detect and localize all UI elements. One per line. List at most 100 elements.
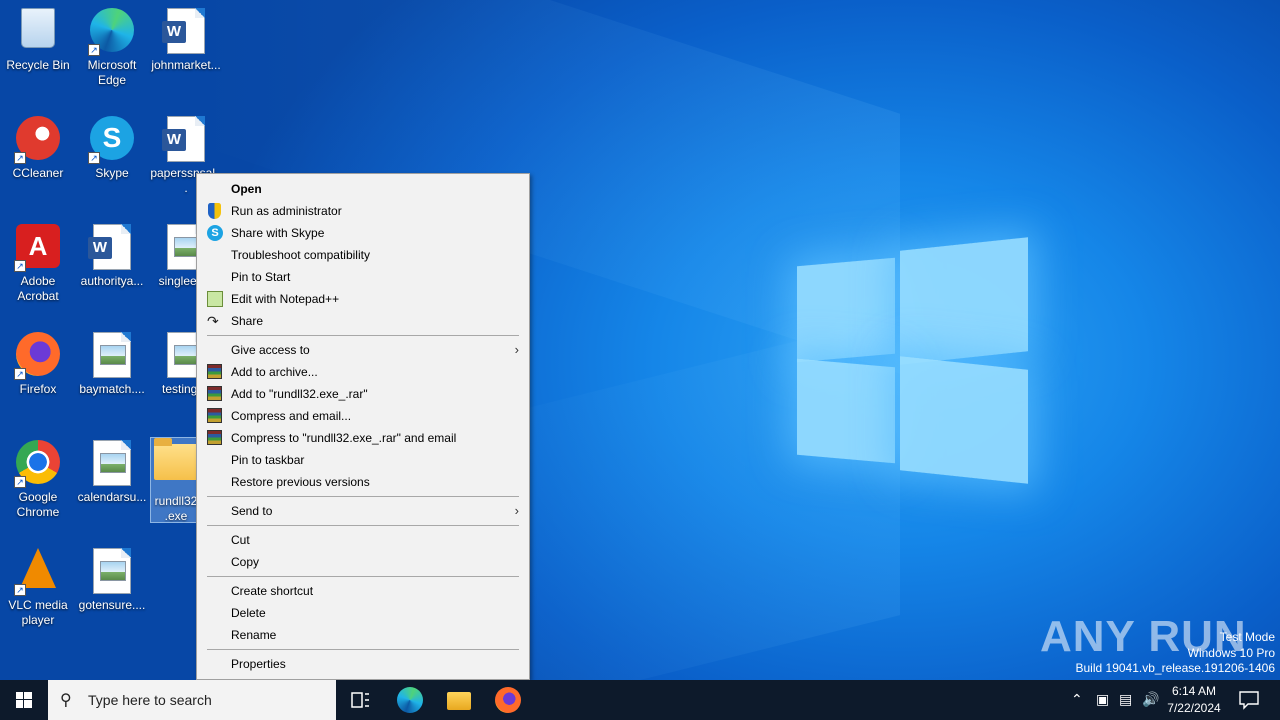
taskbar-search-box[interactable]: ⚲ Type here to search — [48, 680, 336, 720]
icon-label: calendarsu... — [77, 490, 147, 504]
search-placeholder: Type here to search — [88, 692, 212, 708]
image-file-icon — [88, 548, 136, 596]
desktop-icon-skype[interactable]: S ↗ Skype — [74, 110, 150, 181]
action-center-button[interactable] — [1230, 680, 1278, 720]
windows-logo-icon — [16, 692, 32, 708]
desktop-icon-baymatch[interactable]: baymatch.... — [74, 326, 150, 397]
icon-label: gotensure.... — [78, 598, 146, 612]
meet-now-icon[interactable]: ▣ — [1096, 691, 1109, 708]
folder-icon — [154, 438, 198, 492]
volume-icon[interactable]: 🔊 — [1142, 691, 1159, 708]
test-mode-text: Test Mode — [1219, 630, 1275, 644]
icon-label: rundll32 .exe — [154, 494, 198, 523]
system-info: Test Mode Windows 10 Pro Build 19041.vb_… — [1076, 630, 1276, 677]
taskbar-file-explorer-button[interactable] — [435, 680, 483, 720]
recycle-bin-icon — [14, 8, 62, 56]
desktop-icon-gotensure[interactable]: gotensure.... — [74, 542, 150, 613]
desktop-icon-google-chrome[interactable]: ↗ Google Chrome — [0, 434, 76, 520]
menu-item-create-shortcut[interactable]: Create shortcut — [197, 580, 529, 602]
desktop-icon-vlc[interactable]: ↗ VLC media player — [0, 542, 76, 628]
menu-item-cut[interactable]: Cut — [197, 529, 529, 551]
submenu-arrow-icon: › — [514, 503, 519, 518]
icon-label: CCleaner — [12, 166, 64, 180]
menu-item-rename[interactable]: Rename — [197, 624, 529, 646]
icon-label: baymatch.... — [79, 382, 145, 396]
ccleaner-icon: ↗ — [14, 116, 62, 164]
vlc-icon: ↗ — [14, 548, 62, 596]
start-button[interactable] — [0, 680, 48, 720]
menu-item-open[interactable]: Open — [197, 178, 529, 200]
desktop-icon-johnmarket[interactable]: W johnmarket... — [148, 2, 224, 73]
winrar-icon — [207, 408, 222, 423]
menu-separator — [207, 576, 519, 577]
icon-label: authoritya... — [80, 274, 144, 288]
word-document-icon: W — [88, 224, 136, 272]
icon-label: Microsoft Edge — [87, 58, 137, 87]
menu-item-troubleshoot-compatibility[interactable]: Troubleshoot compatibility — [197, 244, 529, 266]
icon-label: VLC media player — [8, 598, 68, 627]
menu-item-compress-and-email[interactable]: Compress and email... — [197, 405, 529, 427]
windows-logo-pane — [900, 356, 1028, 484]
build-text: Build 19041.vb_release.191206-1406 — [1075, 661, 1276, 675]
skype-icon: S ↗ — [88, 116, 136, 164]
desktop-icon-ccleaner[interactable]: ↗ CCleaner — [0, 110, 76, 181]
menu-item-share[interactable]: ↷ Share — [197, 310, 529, 332]
menu-item-delete[interactable]: Delete — [197, 602, 529, 624]
desktop[interactable]: Recycle Bin ↗ CCleaner A ↗ Adobe Acrobat… — [0, 0, 1280, 680]
desktop-icon-adobe-acrobat[interactable]: A ↗ Adobe Acrobat — [0, 218, 76, 304]
notepadpp-icon — [207, 291, 223, 307]
uac-shield-icon — [208, 203, 221, 219]
icon-label: Adobe Acrobat — [17, 274, 59, 303]
menu-separator — [207, 649, 519, 650]
menu-item-add-to-rar[interactable]: Add to "rundll32.exe_.rar" — [197, 383, 529, 405]
image-file-icon — [88, 332, 136, 380]
winrar-icon — [207, 386, 222, 401]
edge-icon — [397, 687, 423, 713]
firefox-icon — [495, 687, 521, 713]
menu-item-properties[interactable]: Properties — [197, 653, 529, 675]
desktop-icon-recycle-bin[interactable]: Recycle Bin — [0, 2, 76, 73]
edge-icon: ↗ — [88, 8, 136, 56]
menu-item-give-access-to[interactable]: Give access to › — [197, 339, 529, 361]
menu-separator — [207, 496, 519, 497]
windows-logo-pane — [797, 358, 895, 464]
desktop-icon-microsoft-edge[interactable]: ↗ Microsoft Edge — [74, 2, 150, 88]
menu-item-send-to[interactable]: Send to › — [197, 500, 529, 522]
windows-logo-pane — [900, 237, 1028, 365]
taskbar-firefox-button[interactable] — [484, 680, 532, 720]
task-view-button[interactable] — [336, 680, 384, 720]
share-icon: ↷ — [207, 313, 219, 329]
icon-label: Google Chrome — [16, 490, 60, 519]
network-icon[interactable]: ▤ — [1119, 691, 1132, 708]
menu-item-edit-with-notepadpp[interactable]: Edit with Notepad++ — [197, 288, 529, 310]
show-hidden-icons-chevron-icon[interactable]: ⌃ — [1071, 691, 1083, 708]
firefox-icon: ↗ — [14, 332, 62, 380]
icon-label: Firefox — [19, 382, 57, 396]
taskbar-edge-button[interactable] — [386, 680, 434, 720]
menu-item-run-as-administrator[interactable]: Run as administrator — [197, 200, 529, 222]
desktop-icon-authoritya[interactable]: W authoritya... — [74, 218, 150, 289]
icon-label: Skype — [95, 166, 129, 180]
menu-separator — [207, 335, 519, 336]
desktop-icon-rundll32[interactable]: rundll32 .exe — [150, 437, 202, 523]
word-document-icon: W — [162, 116, 210, 164]
menu-item-compress-to-rar-and-email[interactable]: Compress to "rundll32.exe_.rar" and emai… — [197, 427, 529, 449]
windows-edition-text: Windows 10 Pro — [1187, 645, 1275, 660]
submenu-arrow-icon: › — [514, 342, 519, 357]
menu-item-copy[interactable]: Copy — [197, 551, 529, 573]
task-view-icon — [351, 692, 369, 708]
menu-item-share-with-skype[interactable]: S Share with Skype — [197, 222, 529, 244]
menu-item-pin-to-taskbar[interactable]: Pin to taskbar — [197, 449, 529, 471]
winrar-icon — [207, 364, 222, 379]
desktop-icon-calendarsu[interactable]: calendarsu... — [74, 434, 150, 505]
menu-item-add-to-archive[interactable]: Add to archive... — [197, 361, 529, 383]
clock[interactable]: 6:14 AM 7/22/2024 — [1166, 683, 1222, 717]
clock-date: 7/22/2024 — [1167, 701, 1221, 715]
clock-time: 6:14 AM — [1171, 684, 1217, 698]
menu-item-pin-to-start[interactable]: Pin to Start — [197, 266, 529, 288]
menu-item-restore-previous-versions[interactable]: Restore previous versions — [197, 471, 529, 493]
chrome-icon: ↗ — [14, 440, 62, 488]
context-menu: Open Run as administrator S Share with Sk… — [196, 173, 530, 680]
desktop-icon-firefox[interactable]: ↗ Firefox — [0, 326, 76, 397]
icon-label: Recycle Bin — [6, 58, 70, 72]
